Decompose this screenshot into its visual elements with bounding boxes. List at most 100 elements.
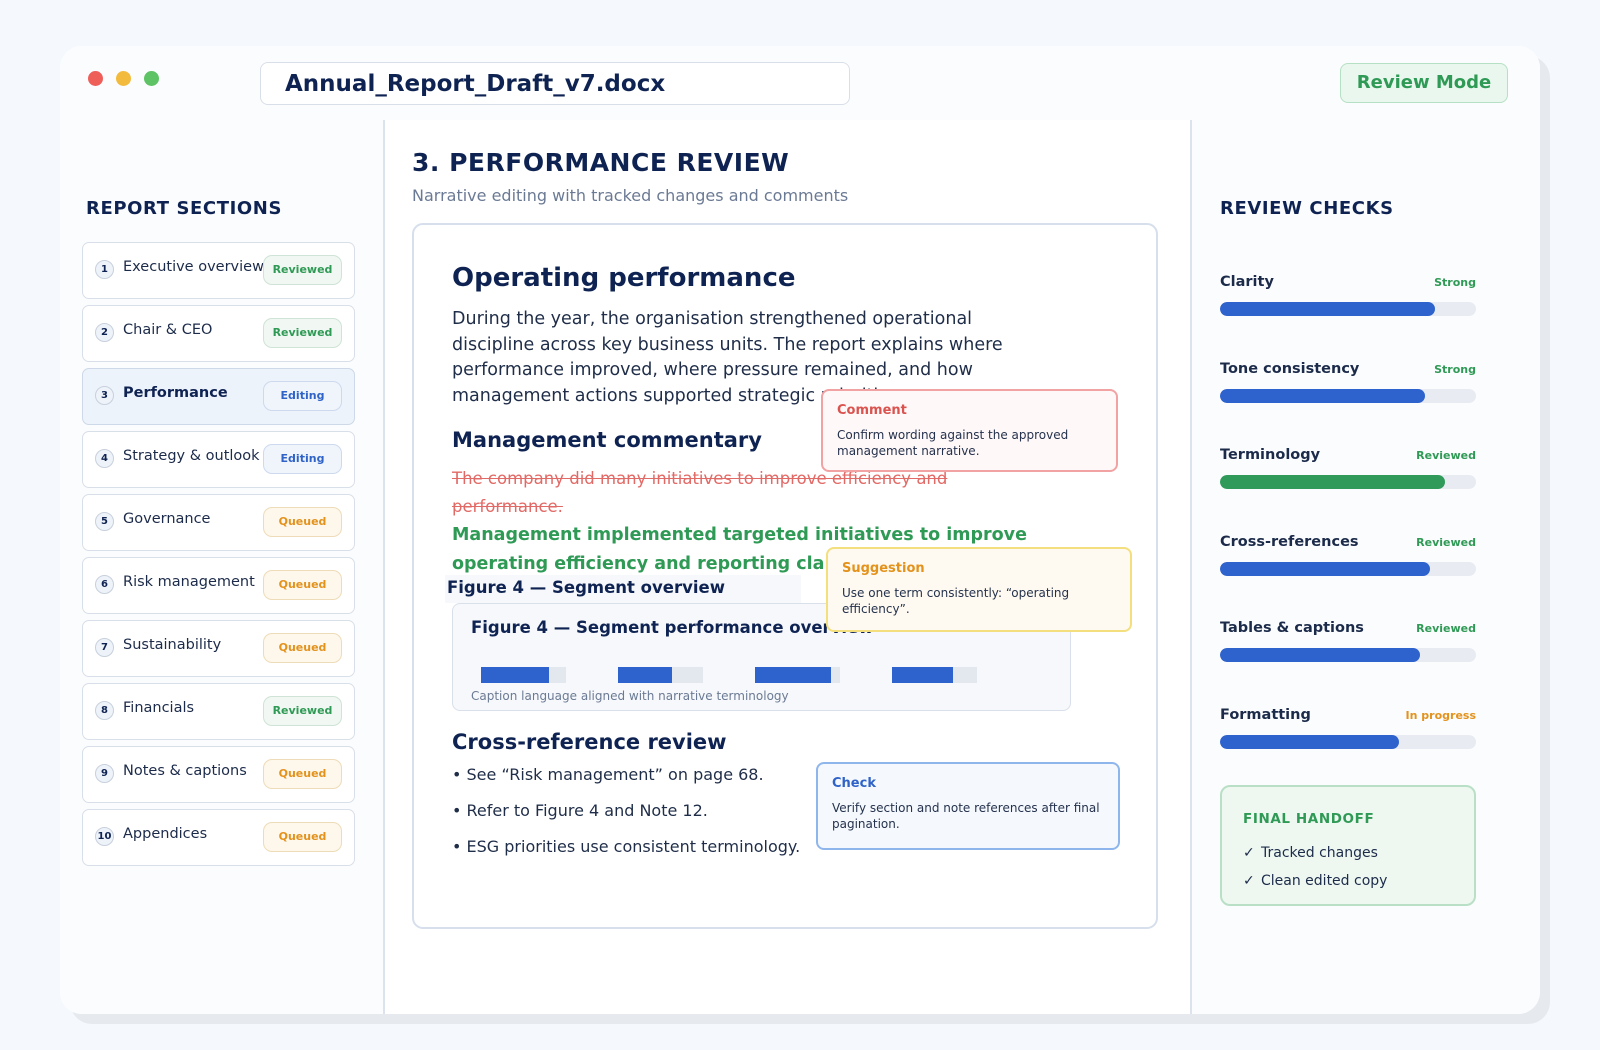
check-annotation[interactable]: Check Verify section and note references… — [816, 762, 1120, 850]
crossref-item[interactable]: • Refer to Figure 4 and Note 12. — [452, 801, 812, 837]
sidebar-title: REPORT SECTIONS — [86, 198, 283, 219]
suggestion-text: Use one term consistently: “operating ef… — [842, 586, 1070, 616]
main-editor: 3. PERFORMANCE REVIEW Narrative editing … — [385, 120, 1190, 1014]
section-number: 10 — [95, 827, 114, 846]
sidebar-item-section[interactable]: 2 Chair & CEO Reviewed — [82, 305, 355, 362]
document-page[interactable]: Operating performance During the year, t… — [412, 223, 1158, 929]
figure-bar — [618, 667, 672, 683]
metric-status: Strong — [1434, 276, 1476, 289]
crossref-item[interactable]: • ESG priorities use consistent terminol… — [452, 837, 812, 873]
section-number: 3 — [95, 386, 114, 405]
figure-bar-track — [481, 667, 566, 683]
section-label: Governance — [123, 511, 211, 527]
metric-name: Tables & captions — [1220, 620, 1364, 636]
maximize-window-button[interactable] — [144, 71, 159, 86]
section-number: 5 — [95, 512, 114, 531]
sidebar-item-section[interactable]: 3 Performance Editing — [82, 368, 355, 425]
section-label: Sustainability — [123, 637, 222, 653]
suggestion-label: Suggestion — [842, 561, 925, 576]
figure-bars — [481, 667, 1041, 683]
status-badge: Queued — [263, 507, 342, 537]
status-badge: Queued — [263, 822, 342, 852]
sidebar-item-section[interactable]: 10 Appendices Queued — [82, 809, 355, 866]
final-handoff-card: FINAL HANDOFF ✓ Tracked changes ✓ Clean ed… — [1220, 785, 1476, 906]
section-number: 1 — [95, 260, 114, 279]
review-mode-button[interactable]: Review Mode — [1340, 63, 1508, 103]
check-label: Check — [832, 776, 876, 791]
suggestion-annotation[interactable]: Suggestion Use one term consistently: “o… — [826, 547, 1132, 632]
section-number: 2 — [95, 323, 114, 342]
review-checks-panel: REVIEW CHECKS Clarity Strong Tone consiste… — [1190, 120, 1540, 1014]
section-label: Financials — [123, 700, 195, 716]
sidebar-item-section[interactable]: 7 Sustainability Queued — [82, 620, 355, 677]
section-label: Performance — [123, 385, 228, 401]
section-number: 6 — [95, 575, 114, 594]
handoff-item: ✓ Clean edited copy — [1243, 873, 1387, 889]
figure-tab-label: Figure 4 — Segment overview — [445, 575, 801, 603]
section-number: 4 — [95, 449, 114, 468]
section-label: Appendices — [123, 826, 208, 842]
comment-text: Confirm wording against the approved man… — [837, 428, 1069, 458]
section-list: 1 Executive overview Reviewed 2 Chair & CEO R… — [82, 242, 355, 872]
sidebar-item-section[interactable]: 6 Risk management Queued — [82, 557, 355, 614]
sidebar-item-section[interactable]: 1 Executive overview Reviewed — [82, 242, 355, 299]
title-bar: Annual_Report_Draft_v7.docx Review Mode — [60, 46, 1540, 120]
metric-progress-bar — [1220, 302, 1436, 316]
metric-name: Cross-references — [1220, 533, 1359, 550]
review-title: REVIEW CHECKS — [1220, 198, 1394, 219]
sidebar-item-section[interactable]: 5 Governance Queued — [82, 494, 355, 551]
handoff-title: FINAL HANDOFF — [1243, 811, 1375, 827]
review-metric: Tone consistency Strong — [1220, 361, 1476, 421]
metric-progress-track — [1220, 302, 1476, 316]
sidebar-item-section[interactable]: 8 Financials Reviewed — [82, 683, 355, 740]
metric-progress-bar — [1220, 561, 1430, 576]
metric-name: Formatting — [1220, 706, 1311, 723]
page-subtitle: Narrative editing with tracked changes a… — [412, 186, 849, 205]
review-metric: Terminology Reviewed — [1220, 447, 1476, 507]
sidebar-item-section[interactable]: 9 Notes & captions Queued — [82, 746, 355, 803]
check-icon: ✓ — [1243, 845, 1255, 861]
crossref-list: • See “Risk management” on page 68. • Re… — [452, 765, 812, 873]
figure-bar — [892, 667, 954, 683]
metric-status: In progress — [1405, 708, 1476, 722]
section-number: 8 — [95, 701, 114, 720]
check-icon: ✓ — [1243, 873, 1255, 889]
review-metric: Cross-references Reviewed — [1220, 534, 1476, 594]
metric-progress-track — [1220, 388, 1476, 403]
figure-title: Figure 4 — Segment performance overview — [471, 618, 874, 637]
sidebar-item-section[interactable]: 4 Strategy & outlook Editing — [82, 431, 355, 488]
minimize-window-button[interactable] — [116, 71, 131, 86]
comment-annotation[interactable]: Comment Confirm wording against the appr… — [821, 389, 1118, 472]
metric-progress-bar — [1220, 475, 1446, 489]
status-badge: Queued — [263, 633, 342, 663]
metric-status: Reviewed — [1416, 622, 1476, 635]
status-badge: Editing — [263, 444, 342, 474]
close-window-button[interactable] — [88, 71, 103, 86]
section-label: Executive overview — [123, 259, 264, 275]
metric-name: Tone consistency — [1220, 360, 1360, 377]
figure-bar-track — [755, 667, 840, 683]
metric-progress-bar — [1220, 388, 1425, 403]
status-badge: Reviewed — [263, 318, 342, 348]
status-badge: Reviewed — [263, 255, 342, 285]
tracked-deletion[interactable]: The company did many initiatives to impr… — [452, 465, 972, 521]
section-number: 7 — [95, 638, 114, 657]
page-title: 3. PERFORMANCE REVIEW — [412, 148, 790, 177]
figure-bar — [755, 667, 831, 683]
metric-name: Terminology — [1220, 447, 1321, 463]
figure-caption: Caption language aligned with narrative … — [471, 689, 789, 703]
status-badge: Queued — [263, 759, 342, 789]
metric-progress-bar — [1220, 648, 1420, 662]
section-label: Risk management — [123, 574, 255, 590]
review-metric: Tables & captions Reviewed — [1220, 620, 1476, 680]
crossref-item[interactable]: • See “Risk management” on page 68. — [452, 765, 812, 801]
status-badge: Editing — [263, 381, 342, 411]
metric-progress-track — [1220, 561, 1476, 576]
app-window: Annual_Report_Draft_v7.docx Review Mode … — [60, 46, 1540, 1014]
figure-bar-track — [618, 667, 703, 683]
review-metric: Clarity Strong — [1220, 274, 1476, 334]
figure-bar-track — [892, 667, 977, 683]
commentary-heading: Management commentary — [452, 428, 762, 452]
check-text: Verify section and note references after… — [832, 801, 1100, 831]
handoff-item: ✓ Tracked changes — [1243, 845, 1378, 861]
